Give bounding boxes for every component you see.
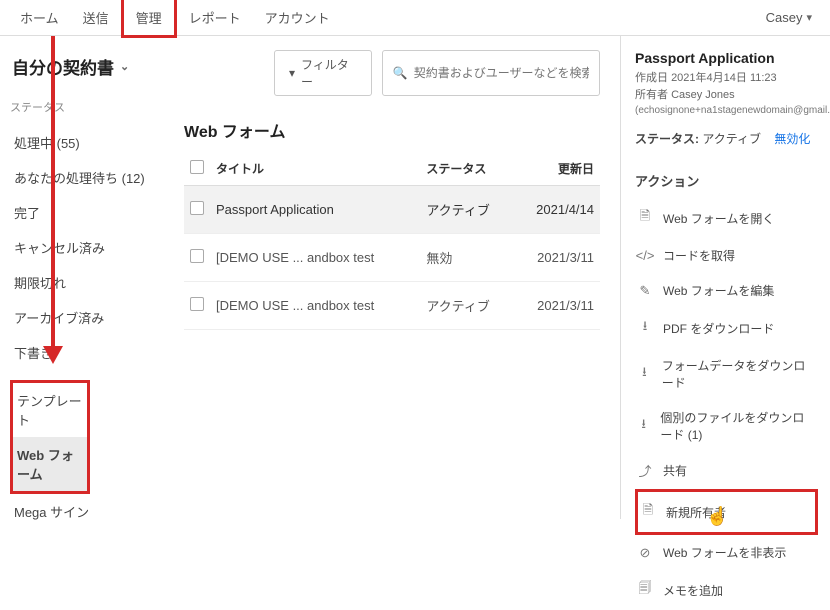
pdf-icon: ⭳ [637, 317, 653, 339]
note-icon: 🗐 [637, 579, 653, 601]
col-title[interactable]: タイトル [210, 152, 420, 186]
filter-icon: ▾ [289, 66, 295, 80]
action-download-pdf[interactable]: ⭳ PDF をダウンロード [635, 308, 818, 348]
doc-created: 作成日 2021年4月14日 11:23 [635, 70, 818, 87]
nav-tab-manage[interactable]: 管理 [121, 0, 177, 38]
action-hide-web-form[interactable]: ⊘ Web フォームを非表示 [635, 535, 818, 570]
filter-button[interactable]: ▾ フィルター [274, 50, 372, 96]
disable-link[interactable]: 無効化 [774, 132, 810, 146]
nav-tab-reports[interactable]: レポート [177, 0, 253, 35]
sidebar-item-in-progress[interactable]: 処理中 (55) [10, 125, 160, 160]
page-title[interactable]: 自分の契約書 ⌄ [12, 54, 160, 79]
nav-tab-send[interactable]: 送信 [71, 0, 121, 35]
sidebar-item-expired[interactable]: 期限切れ [10, 265, 160, 300]
sidebar-cat-web-forms[interactable]: Web フォーム [13, 437, 87, 491]
action-new-owner[interactable]: 🗎 新規所有者 ☝ [635, 489, 818, 535]
main-content: ▾ フィルター 🔍 Web フォーム タイトル ステータス 更新日 [160, 36, 620, 519]
pencil-icon: ✎ [637, 283, 653, 299]
sidebar-cat-templates[interactable]: テンプレート [13, 383, 87, 437]
sidebar-item-archived[interactable]: アーカイブ済み [10, 300, 160, 335]
select-all-checkbox[interactable] [190, 160, 204, 174]
nav-tab-home[interactable]: ホーム [8, 0, 71, 35]
table-row[interactable]: Passport Application アクティブ 2021/4/14 [184, 186, 600, 234]
table-row[interactable]: [DEMO USE ... andbox test 無効 2021/3/11 [184, 234, 600, 282]
chevron-down-icon: ⌄ [120, 60, 129, 73]
data-download-icon: ⭳ [637, 363, 652, 385]
doc-owner-email: (echosignone+na1stagenewdomain@gmail.com… [635, 105, 818, 116]
action-share[interactable]: ⤴ 共有 [635, 452, 818, 489]
doc-status: ステータス: アクティブ 無効化 [635, 130, 818, 147]
search-input[interactable] [414, 66, 589, 80]
action-add-note[interactable]: 🗐 メモを追加 [635, 570, 818, 610]
col-updated[interactable]: 更新日 [514, 152, 600, 186]
sidebar-cat-mega-sign[interactable]: Mega サイン [10, 494, 160, 529]
chevron-down-icon: ▾ [806, 11, 812, 24]
owner-icon: 🗎 [640, 501, 656, 523]
search-box[interactable]: 🔍 [382, 50, 600, 96]
row-checkbox[interactable] [190, 249, 204, 263]
code-icon: </> [637, 248, 653, 263]
action-get-code[interactable]: </> コードを取得 [635, 238, 818, 273]
hide-icon: ⊘ [637, 545, 653, 561]
sidebar-item-cancelled[interactable]: キャンセル済み [10, 230, 160, 265]
sidebar: 自分の契約書 ⌄ ステータス 処理中 (55) あなたの処理待ち (12) 完了… [0, 36, 160, 519]
search-icon: 🔍 [393, 66, 408, 80]
col-status[interactable]: ステータス [420, 152, 513, 186]
share-icon: ⤴ [637, 461, 653, 480]
sidebar-item-draft[interactable]: 下書き [10, 335, 160, 370]
sidebar-item-waiting-for-you[interactable]: あなたの処理待ち (12) [10, 160, 160, 195]
status-section-label: ステータス [10, 99, 160, 115]
open-icon: 🗎 [637, 207, 653, 229]
action-open-web-form[interactable]: 🗎 Web フォームを開く [635, 198, 818, 238]
details-panel: Passport Application 作成日 2021年4月14日 11:2… [620, 36, 830, 519]
top-nav: ホーム 送信 管理 レポート アカウント Casey ▾ [0, 0, 830, 36]
file-download-icon: ⭳ [637, 415, 650, 437]
user-menu[interactable]: Casey ▾ [756, 2, 822, 33]
action-edit-web-form[interactable]: ✎ Web フォームを編集 [635, 273, 818, 308]
agreements-table: タイトル ステータス 更新日 Passport Application アクティ… [184, 152, 600, 330]
user-name: Casey [766, 10, 803, 25]
actions-label: アクション [635, 171, 818, 190]
doc-title: Passport Application [635, 50, 818, 66]
nav-tab-account[interactable]: アカウント [253, 0, 342, 35]
action-download-individual-files[interactable]: ⭳ 個別のファイルをダウンロード (1) [635, 400, 818, 452]
row-checkbox[interactable] [190, 201, 204, 215]
section-title: Web フォーム [184, 118, 600, 142]
table-row[interactable]: [DEMO USE ... andbox test アクティブ 2021/3/1… [184, 282, 600, 330]
action-download-form-data[interactable]: ⭳ フォームデータをダウンロード [635, 348, 818, 400]
sidebar-item-completed[interactable]: 完了 [10, 195, 160, 230]
doc-owner: 所有者 Casey Jones [635, 87, 818, 104]
row-checkbox[interactable] [190, 297, 204, 311]
